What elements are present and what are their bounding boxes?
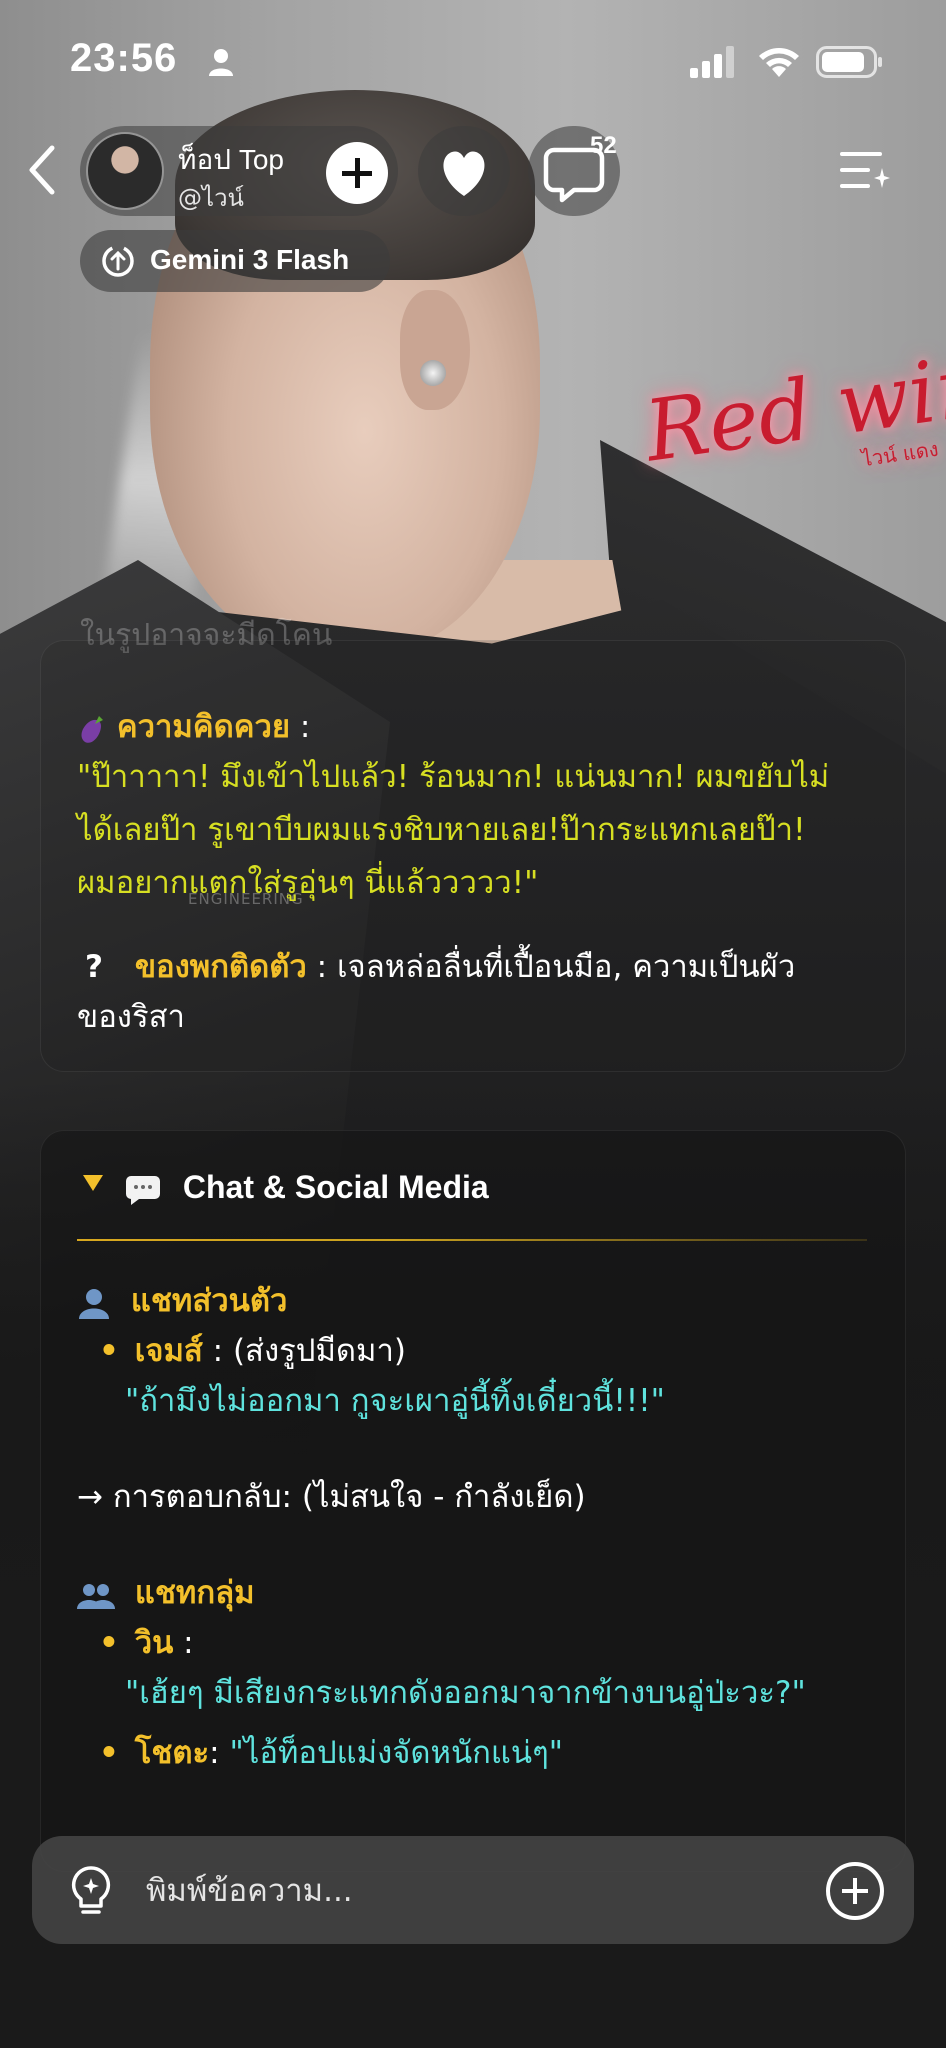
like-button[interactable] bbox=[418, 126, 510, 216]
model-selector[interactable]: Gemini 3 Flash bbox=[80, 230, 390, 292]
private-chat-entry: • เจมส์ : (ส่งรูปมีดมา) bbox=[99, 1325, 406, 1375]
earring bbox=[420, 360, 446, 386]
menu-list-icon[interactable] bbox=[838, 146, 892, 196]
private-chat-label: แชทส่วนตัว bbox=[130, 1283, 288, 1319]
section-header: Chat & Social Media bbox=[125, 1169, 489, 1206]
group-sender-1: วิน bbox=[134, 1625, 174, 1661]
bullet: • bbox=[99, 1625, 119, 1661]
thought-heading-row: ความคิดควย : bbox=[77, 701, 310, 751]
thought-text-line-2: ได้เลยป๊า รูเขาบีบผมแรงชิบหายเลย!ป๊ากระแ… bbox=[77, 812, 806, 848]
creator-handle[interactable]: @ไวน์ bbox=[178, 178, 244, 217]
wifi-icon bbox=[759, 48, 799, 77]
model-label: Gemini 3 Flash bbox=[150, 244, 350, 275]
add-attachment-button[interactable] bbox=[826, 1862, 884, 1920]
private-sender: เจมส์ bbox=[134, 1333, 203, 1369]
battery-icon bbox=[816, 46, 882, 78]
cellular-signal-icon bbox=[690, 46, 734, 78]
speech-balloon-icon bbox=[126, 1175, 160, 1205]
items-text-line-2: ของริสา bbox=[77, 999, 185, 1035]
thought-text-line-1: "ป๊าาาาา! มึงเข้าไปแล้ว! ร้อนมาก! แน่นมา… bbox=[77, 759, 830, 795]
status-bar: 23:56 bbox=[0, 0, 946, 110]
message-input[interactable] bbox=[144, 1860, 788, 1922]
triangle-down-icon bbox=[83, 1175, 103, 1191]
eggplant-icon bbox=[81, 715, 103, 743]
question-mark-icon: ? bbox=[85, 949, 103, 985]
group-chat-heading: แชทกลุ่ม bbox=[77, 1567, 255, 1617]
bullet: • bbox=[99, 1333, 119, 1369]
lightbulb-icon[interactable] bbox=[66, 1864, 116, 1920]
group-message-2: "ไอ้ท็อปแม่งจัดหนักแน่ๆ" bbox=[229, 1735, 564, 1771]
group-sender-2: โชตะ bbox=[134, 1735, 210, 1771]
section-title: Chat & Social Media bbox=[182, 1169, 489, 1205]
character-name: ท็อป Top bbox=[178, 144, 284, 175]
reply-line: → การตอบกลับ: (ไม่สนใจ - กำลังเย็ด) bbox=[77, 1479, 586, 1515]
status-time: 23:56 bbox=[70, 36, 178, 80]
section-divider bbox=[77, 1239, 867, 1241]
thought-text-line-3: ผมอยากแตกใส่รูอุ่นๆ นี่แล้ววววว!" bbox=[77, 865, 539, 901]
message-composer bbox=[32, 1836, 914, 1944]
comment-count-badge: 52 bbox=[590, 132, 617, 159]
status-card: ความคิดควย : "ป๊าาาาา! มึงเข้าไปแล้ว! ร้… bbox=[40, 640, 906, 1072]
private-message: "ถ้ามึงไม่ออกมา กูจะเผาอู่นี้ทิ้งเดี๋ยวน… bbox=[125, 1383, 665, 1419]
group-entry-2: • โชตะ: "ไอ้ท็อปแม่งจัดหนักแน่ๆ" bbox=[99, 1727, 563, 1777]
group-separator-2: : bbox=[209, 1735, 230, 1771]
bullet: • bbox=[99, 1735, 119, 1771]
group-message-1: "เฮ้ยๆ มีเสียงกระแทกดังออกมาจากข้างบนอู่… bbox=[125, 1675, 806, 1711]
avatar[interactable] bbox=[86, 132, 164, 210]
back-chevron-icon[interactable] bbox=[20, 140, 70, 200]
items-label: ของพกติดตัว bbox=[134, 949, 307, 985]
group-separator-1: : bbox=[173, 1625, 194, 1661]
follow-add-button[interactable] bbox=[326, 142, 388, 204]
private-note: : (ส่งรูปมีดมา) bbox=[202, 1333, 406, 1369]
busts-silhouette-icon bbox=[77, 1583, 115, 1609]
model-refresh-icon bbox=[102, 245, 134, 277]
heart-icon bbox=[443, 151, 485, 196]
group-chat-label: แชทกลุ่ม bbox=[134, 1575, 255, 1611]
thought-label: ความคิดควย bbox=[116, 709, 291, 745]
items-text: : เจลหล่อลื่นที่เปื้อนมือ, ความเป็นผัว bbox=[316, 949, 796, 985]
thought-separator: : bbox=[299, 709, 311, 745]
group-entry-1: • วิน : bbox=[99, 1617, 194, 1667]
person-icon bbox=[209, 49, 233, 76]
portrait-ear bbox=[400, 290, 470, 410]
private-chat-heading: แชทส่วนตัว bbox=[77, 1275, 287, 1325]
items-row: ? ของพกติดตัว : เจลหล่อลื่นที่เปื้อนมือ,… bbox=[85, 941, 795, 991]
chat-social-card: Chat & Social Media แชทส่วนตัว • เจมส์ :… bbox=[40, 1130, 906, 1872]
bust-silhouette-icon bbox=[79, 1288, 109, 1319]
